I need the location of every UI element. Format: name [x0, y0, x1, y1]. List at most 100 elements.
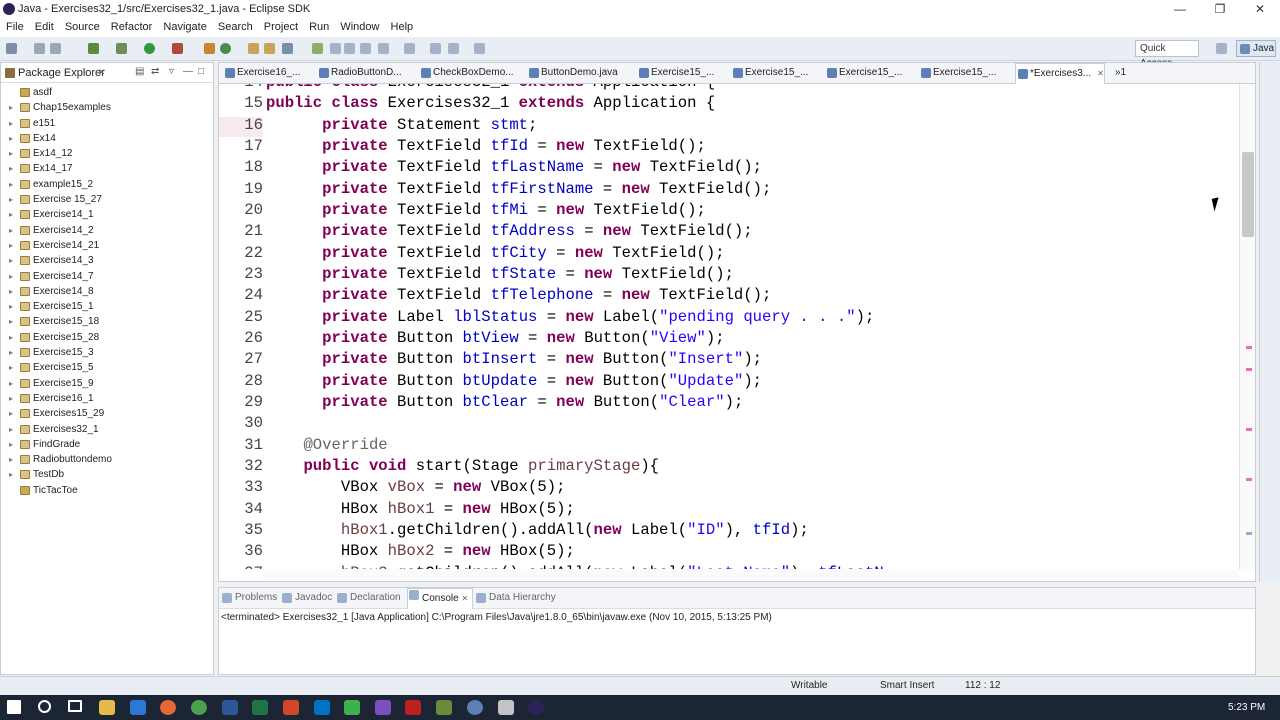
menu-navigate[interactable]: Navigate: [159, 19, 210, 33]
view-menu-icon[interactable]: ▿: [169, 66, 174, 77]
tree-item[interactable]: ▸ Exercise15_9: [1, 376, 213, 391]
menu-run[interactable]: Run: [305, 19, 333, 33]
filezilla-icon[interactable]: [405, 700, 421, 715]
tree-item[interactable]: ▸ Exercises15_29: [1, 406, 213, 421]
collapse-all-icon[interactable]: ▤: [135, 66, 144, 77]
overview-marker[interactable]: [1246, 346, 1252, 349]
minimize-button[interactable]: —: [1160, 0, 1200, 19]
taskbar-clock[interactable]: 5:23 PM: [1228, 702, 1265, 713]
tab-console[interactable]: Console ✕: [407, 588, 474, 609]
link-editor-icon[interactable]: ⇄: [151, 66, 159, 77]
toggle-block-icon[interactable]: [330, 43, 341, 54]
tree-item[interactable]: ▸ FindGrade: [1, 437, 213, 452]
app-icon[interactable]: [498, 700, 514, 715]
menu-refactor[interactable]: Refactor: [107, 19, 157, 33]
tree-item[interactable]: ▸ Exercise14_7: [1, 269, 213, 284]
overview-marker[interactable]: [1246, 478, 1252, 481]
expand-arrow-icon[interactable]: ▸: [9, 192, 13, 207]
menu-window[interactable]: Window: [336, 19, 383, 33]
firefox-icon[interactable]: [160, 700, 176, 715]
code-line[interactable]: private TextField tfCity = new TextField…: [266, 244, 724, 262]
prev-annotation-icon[interactable]: [404, 43, 415, 54]
code-line[interactable]: HBox hBox2 = new HBox(5);: [266, 542, 575, 560]
tree-item[interactable]: ▸ Radiobuttondemo: [1, 452, 213, 467]
tree-item[interactable]: ▸ TestDb: [1, 467, 213, 482]
close-button[interactable]: ✕: [1240, 0, 1280, 19]
expand-arrow-icon[interactable]: ▸: [9, 223, 13, 238]
menu-source[interactable]: Source: [61, 19, 104, 33]
editor-tab[interactable]: Exercise15_...: [825, 63, 902, 83]
editor-tab[interactable]: Exercise15_...: [731, 63, 808, 83]
chrome-icon[interactable]: [191, 700, 207, 715]
expand-arrow-icon[interactable]: ▸: [9, 360, 13, 375]
expand-arrow-icon[interactable]: ▸: [9, 177, 13, 192]
outlook-icon[interactable]: [314, 700, 330, 715]
editor-tab[interactable]: *Exercises3... ✕: [1015, 63, 1105, 84]
code-line[interactable]: private Button btUpdate = new Button("Up…: [266, 372, 762, 390]
tree-item[interactable]: ▸ Exercise15_3: [1, 345, 213, 360]
pilcrow-icon[interactable]: [360, 43, 371, 54]
code-line[interactable]: private TextField tfAddress = new TextFi…: [266, 222, 753, 240]
expand-arrow-icon[interactable]: ▸: [9, 391, 13, 406]
expand-arrow-icon[interactable]: ▸: [9, 422, 13, 437]
last-edit-icon[interactable]: [430, 43, 441, 54]
tree-item[interactable]: ▸ Exercise14_8: [1, 284, 213, 299]
tree-item[interactable]: ▸ e151: [1, 116, 213, 131]
tab-javadoc[interactable]: Javadoc: [281, 592, 332, 603]
expand-arrow-icon[interactable]: ▸: [9, 253, 13, 268]
editor-tab[interactable]: RadioButtonD...: [317, 63, 402, 83]
tree-item[interactable]: ▸ Exercise15_28: [1, 330, 213, 345]
close-icon[interactable]: ✕: [461, 594, 468, 603]
excel-icon[interactable]: [252, 700, 268, 715]
horizontal-scrollbar[interactable]: [263, 569, 1239, 581]
overview-marker[interactable]: [1246, 428, 1252, 431]
tree-item[interactable]: ▸ Exercise14_3: [1, 253, 213, 268]
search-icon[interactable]: [282, 43, 293, 54]
expand-arrow-icon[interactable]: ▸: [9, 116, 13, 131]
coverage-icon[interactable]: [116, 43, 127, 54]
app-icon[interactable]: [436, 700, 452, 715]
tree-item[interactable]: ▸ Exercise14_2: [1, 223, 213, 238]
save-icon[interactable]: [34, 43, 45, 54]
debug-icon[interactable]: [88, 43, 99, 54]
app-icon[interactable]: [467, 700, 483, 715]
expand-arrow-icon[interactable]: ▸: [9, 100, 13, 115]
eclipse-taskbar-icon[interactable]: [528, 700, 544, 715]
tab-problems[interactable]: Problems: [221, 592, 277, 603]
restore-button[interactable]: ❐: [1200, 0, 1240, 19]
code-line[interactable]: public void start(Stage primaryStage){: [266, 457, 659, 475]
close-icon[interactable]: ✕: [1097, 69, 1104, 78]
code-line[interactable]: private Button btView = new Button("View…: [266, 329, 724, 347]
file-explorer-icon[interactable]: [99, 700, 115, 715]
menu-file[interactable]: File: [2, 19, 28, 33]
package-explorer-title[interactable]: Package Explorer: [18, 67, 105, 79]
expand-arrow-icon[interactable]: ▸: [9, 406, 13, 421]
code-line[interactable]: private TextField tfLastName = new TextF…: [266, 158, 762, 176]
code-line[interactable]: HBox hBox1 = new HBox(5);: [266, 500, 575, 518]
vertical-scrollbar[interactable]: [1239, 84, 1255, 569]
expand-arrow-icon[interactable]: ▸: [9, 146, 13, 161]
editor-tab[interactable]: Exercise15_...: [637, 63, 714, 83]
code-line[interactable]: private TextField tfTelephone = new Text…: [266, 286, 771, 304]
expand-arrow-icon[interactable]: ▸: [9, 207, 13, 222]
edge-icon[interactable]: [130, 700, 146, 715]
close-icon[interactable]: ✕: [98, 67, 106, 78]
external-tools-icon[interactable]: [172, 43, 183, 54]
expand-arrow-icon[interactable]: ▸: [9, 284, 13, 299]
minimize-view-icon[interactable]: —: [183, 66, 193, 77]
expand-arrow-icon[interactable]: ▸: [9, 345, 13, 360]
code-line[interactable]: private TextField tfState = new TextFiel…: [266, 265, 734, 283]
tree-item[interactable]: ▸ Chap15examples: [1, 100, 213, 115]
tab-data-hierarchy[interactable]: Data Hierarchy: [475, 592, 556, 603]
editor-tab[interactable]: Exercise15_...: [919, 63, 996, 83]
scrollbar-thumb[interactable]: [1242, 152, 1254, 237]
tree-item[interactable]: ▸ Exercise14_21: [1, 238, 213, 253]
word-icon[interactable]: [222, 700, 238, 715]
visual-studio-icon[interactable]: [375, 700, 391, 715]
code-line[interactable]: private Button btInsert = new Button("In…: [266, 350, 762, 368]
menu-search[interactable]: Search: [214, 19, 257, 33]
code-line[interactable]: VBox vBox = new VBox(5);: [266, 478, 566, 496]
new-package-icon[interactable]: [220, 43, 231, 54]
expand-arrow-icon[interactable]: ▸: [9, 161, 13, 176]
tree-item[interactable]: ▸ Exercise14_1: [1, 207, 213, 222]
